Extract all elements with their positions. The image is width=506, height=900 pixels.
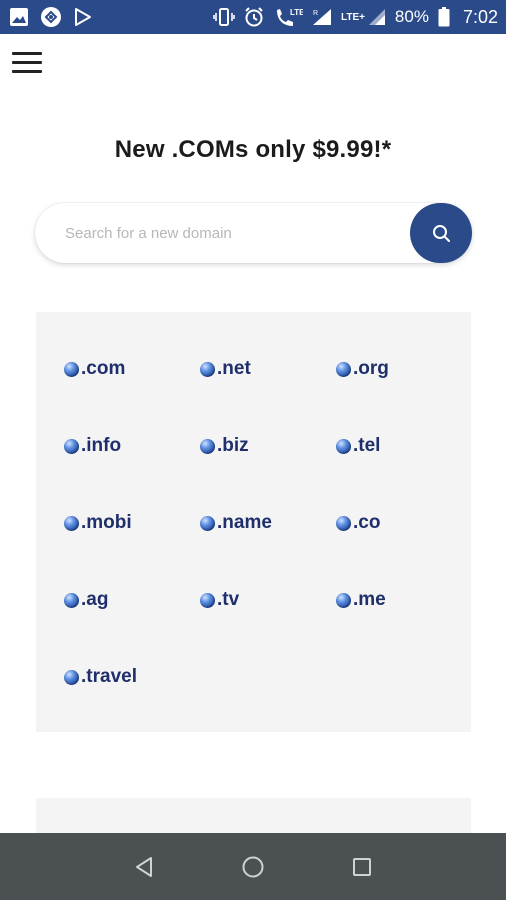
battery-percent: 80% — [394, 7, 429, 26]
tld-label: .org — [353, 358, 389, 379]
tld-link-ag[interactable]: .ag — [64, 589, 108, 611]
tld-label: .net — [217, 358, 251, 379]
recents-icon — [352, 857, 371, 876]
back-button[interactable] — [124, 847, 164, 887]
vibrate-icon — [213, 6, 235, 28]
tld-label: .tv — [217, 589, 240, 610]
globe-icon — [200, 515, 215, 531]
tld-link-travel[interactable]: .travel — [64, 666, 137, 688]
globe-icon — [200, 361, 215, 377]
alarm-icon — [243, 6, 265, 28]
signal-icon: R — [311, 6, 333, 28]
tld-link-name[interactable]: .name — [200, 512, 272, 534]
tld-label: .co — [353, 512, 381, 533]
menu-line — [12, 61, 42, 64]
search-button[interactable] — [410, 203, 472, 263]
system-nav-bar — [0, 833, 506, 900]
globe-icon — [64, 361, 79, 377]
tld-link-co[interactable]: .co — [336, 512, 380, 534]
globe-icon — [336, 361, 351, 377]
tld-link-net[interactable]: .net — [200, 358, 251, 380]
tld-link-com[interactable]: .com — [64, 358, 125, 380]
promo-title: New .COMs only $9.99!* — [114, 136, 392, 163]
globe-icon — [336, 592, 351, 608]
tld-link-mobi[interactable]: .mobi — [64, 512, 132, 534]
domain-search-bar — [35, 203, 472, 263]
app-header — [0, 34, 506, 96]
clock: 7:02 — [462, 6, 498, 27]
globe-icon — [336, 515, 351, 531]
hamburger-menu-icon[interactable] — [12, 52, 42, 76]
svg-text:LTE: LTE — [290, 8, 303, 17]
tld-link-biz[interactable]: .biz — [200, 435, 249, 457]
globe-icon — [64, 515, 79, 531]
tld-label: .biz — [217, 435, 249, 456]
globe-icon — [64, 438, 79, 454]
tld-label: .mobi — [81, 512, 132, 533]
tld-label: .name — [217, 512, 272, 533]
tld-label: .travel — [81, 666, 137, 687]
tld-link-tv[interactable]: .tv — [200, 589, 239, 611]
globe-icon — [200, 592, 215, 608]
globe-icon — [336, 438, 351, 454]
recents-button[interactable] — [342, 847, 382, 887]
tld-list-panel: .com .net .org .info .biz .tel .mobi .na… — [36, 312, 471, 732]
battery-icon — [437, 6, 451, 28]
search-icon — [433, 225, 450, 242]
tld-label: .tel — [353, 435, 381, 456]
tld-link-info[interactable]: .info — [64, 435, 121, 457]
globe-icon — [64, 592, 79, 608]
tld-label: .me — [353, 589, 386, 610]
tld-label: .info — [81, 435, 122, 456]
wifi-calling-icon: LTE — [273, 6, 303, 28]
lte-signal-icon: LTE+ — [341, 6, 387, 28]
tld-label: .com — [81, 358, 126, 379]
play-store-icon — [72, 6, 94, 28]
svg-text:R: R — [313, 10, 318, 17]
lower-content-panel — [36, 798, 471, 838]
status-bar-notifications — [8, 6, 94, 28]
status-bar: LTE R LTE+ 80% 7:02 — [0, 0, 506, 34]
domain-search-input[interactable] — [65, 203, 395, 263]
globe-icon — [64, 669, 79, 685]
home-button[interactable] — [233, 847, 273, 887]
menu-line — [12, 70, 42, 73]
tld-label: .ag — [81, 589, 109, 610]
globe-icon — [200, 438, 215, 454]
tld-link-tel[interactable]: .tel — [336, 435, 380, 457]
home-icon — [242, 856, 264, 877]
menu-line — [12, 52, 42, 55]
tld-link-org[interactable]: .org — [336, 358, 389, 380]
status-bar-system: LTE R LTE+ 80% 7:02 — [213, 6, 498, 28]
tld-link-me[interactable]: .me — [336, 589, 386, 611]
app-icon — [40, 6, 62, 28]
svg-text:LTE+: LTE+ — [341, 12, 365, 23]
image-icon — [8, 6, 30, 28]
back-icon — [136, 856, 153, 877]
